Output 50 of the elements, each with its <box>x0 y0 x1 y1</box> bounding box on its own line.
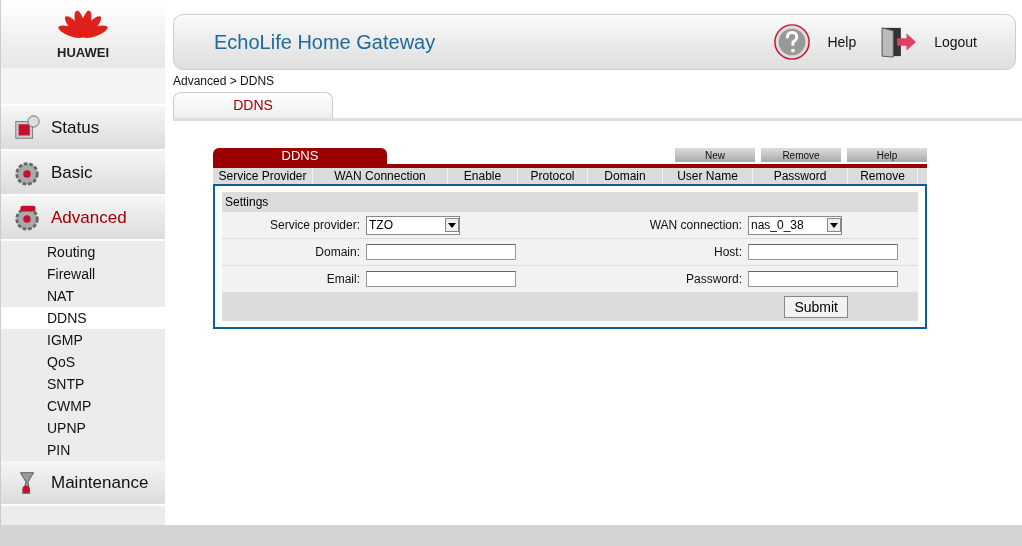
column-header: Service Provider <box>213 168 313 184</box>
column-header: Enable <box>448 168 518 184</box>
column-header: Password <box>753 168 848 184</box>
logout-link[interactable]: Logout <box>934 34 977 50</box>
nav-subitem[interactable]: UPNP <box>1 417 165 439</box>
field-label: Password: <box>684 272 743 286</box>
toolbar-button[interactable]: Help <box>847 148 927 162</box>
nav-item[interactable]: Advanced <box>1 196 165 241</box>
help-icon[interactable] <box>773 23 812 61</box>
column-header: Domain <box>588 168 663 184</box>
column-header: Protocol <box>518 168 588 184</box>
field-label: Service provider: <box>268 218 361 232</box>
caret-icon <box>827 218 841 232</box>
toolbar-button[interactable]: New <box>675 148 755 162</box>
monitor-icon <box>13 113 41 142</box>
field-label: Domain: <box>314 245 361 259</box>
tab[interactable]: DDNS <box>173 92 333 118</box>
input-field[interactable] <box>748 244 898 260</box>
input-field[interactable] <box>366 271 516 287</box>
nav-subitem[interactable]: SNTP <box>1 373 165 395</box>
help-link[interactable]: Help <box>827 34 857 50</box>
section-title: Settings <box>222 192 918 212</box>
column-header: WAN Connection <box>313 168 448 184</box>
nav-subitem[interactable]: DDNS <box>1 307 165 329</box>
input-field[interactable] <box>748 271 898 287</box>
nav-item[interactable]: Maintenance <box>1 461 165 506</box>
breadcrumb: Advanced > DDNS <box>173 74 276 88</box>
column-header: Remove <box>848 168 918 184</box>
nav-subitem[interactable]: PIN <box>1 439 165 461</box>
nav-item[interactable]: Status <box>1 106 165 151</box>
nav-subitem[interactable]: QoS <box>1 351 165 373</box>
logo-text: HUAWEI <box>57 44 109 60</box>
nav-subitem[interactable]: NAT <box>1 285 165 307</box>
field-label: WAN connection: <box>648 218 743 232</box>
gear-icon <box>13 203 41 232</box>
input-field[interactable] <box>366 244 516 260</box>
nav-subitem[interactable]: Firewall <box>1 263 165 285</box>
nav-item[interactable]: Basic <box>1 151 165 196</box>
field-label: Host: <box>713 245 743 259</box>
toolbar-button[interactable]: Remove <box>761 148 841 162</box>
dropdown[interactable]: nas_0_38 <box>748 215 842 235</box>
nav-subitem[interactable]: Routing <box>1 241 165 263</box>
field-label: Email: <box>325 272 361 286</box>
nav-subitem[interactable]: CWMP <box>1 395 165 417</box>
dropdown[interactable]: TZO <box>366 215 460 235</box>
caret-icon <box>445 218 459 232</box>
column-header: User Name <box>663 168 753 184</box>
submit-button[interactable]: Submit <box>784 296 848 318</box>
nav-subitem[interactable]: IGMP <box>1 329 165 351</box>
page-title: EchoLife Home Gateway <box>214 30 436 54</box>
